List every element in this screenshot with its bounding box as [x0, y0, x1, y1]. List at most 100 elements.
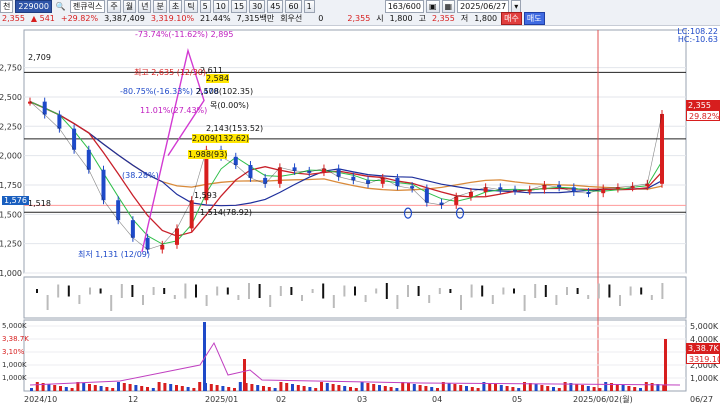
priority-value: 0 — [318, 13, 324, 23]
period-tick-button[interactable]: 틱 — [184, 0, 198, 13]
interval-5-button[interactable]: 5 — [199, 0, 211, 13]
signal-bar — [195, 284, 197, 298]
signal-bar — [650, 295, 653, 300]
interval-1-button[interactable]: 1 — [303, 0, 315, 13]
current-price: 2,355 — [347, 13, 371, 23]
buy-button[interactable]: 매수 — [501, 11, 522, 25]
price-panel — [23, 29, 687, 274]
signal-bar — [491, 295, 494, 304]
x-tick-label: 04 — [432, 395, 442, 404]
volume-bar — [621, 385, 625, 391]
signal-bar — [301, 295, 303, 301]
low-label: 저 — [460, 13, 469, 23]
candle-body — [174, 228, 179, 245]
candle-body — [395, 177, 400, 187]
stock-code-input[interactable]: 229000 — [15, 0, 52, 13]
signal-bar — [576, 288, 579, 294]
signal-bar — [481, 285, 484, 297]
x-tick-label: 06/27 — [690, 395, 713, 404]
x-tick-label: 12 — [128, 395, 138, 404]
volume-bar — [250, 384, 254, 391]
signal-bar — [269, 295, 272, 307]
left-tag-1576: 1,576 — [2, 196, 29, 205]
volume-bar — [644, 382, 648, 391]
signal-bar — [142, 295, 144, 305]
volume-bar — [517, 388, 521, 391]
volume-bar — [586, 386, 590, 391]
volume-bar — [494, 384, 497, 391]
candle-body — [101, 169, 106, 201]
annotation-high: 최고 2,635 (12/30) — [134, 68, 207, 77]
x-tick-label: 05 — [512, 395, 522, 404]
interval-10-button[interactable]: 10 — [212, 0, 229, 13]
candle-body — [72, 128, 77, 150]
signal-bar — [120, 284, 123, 298]
period-second-button[interactable]: 초 — [168, 0, 183, 13]
volume-bar — [175, 385, 178, 391]
search-icon[interactable]: 🔍 — [54, 1, 68, 12]
signal-bar — [46, 295, 49, 310]
volume-bar — [499, 385, 503, 391]
volume-bar — [581, 385, 584, 391]
period-month-button[interactable]: 월 — [122, 0, 137, 13]
stock-name-field[interactable]: 젠큐릭스 — [69, 0, 106, 13]
annotation-2508: 2,508(102.35) — [196, 87, 254, 96]
count-field[interactable]: 163/600 — [384, 0, 424, 13]
price-chart[interactable]: 2,750 2,500 2,250 2,000 1,750 1,500 1,250 1,000… — [0, 25, 720, 404]
interval-15-button[interactable]: 15 — [230, 0, 248, 13]
period-minute-button[interactable]: 분 — [153, 0, 167, 13]
interval-30-button[interactable]: 30 — [249, 0, 266, 13]
signal-bar — [608, 284, 611, 298]
volume-bar — [215, 385, 219, 391]
x-tick-label: 2025/06/02(월) — [573, 394, 633, 404]
volume-bar — [470, 387, 474, 391]
period-year-button[interactable]: 년 — [138, 0, 152, 13]
annotation-1988: 1,988(93) — [188, 150, 228, 159]
y-tick-label: 2,000 — [0, 152, 22, 161]
calendar-icon[interactable]: ▦ — [441, 0, 456, 13]
interval-60-button[interactable]: 60 — [285, 0, 302, 13]
signal-bar — [332, 295, 335, 308]
signal-bar — [279, 286, 282, 296]
volume-bar — [412, 384, 416, 391]
turnover-value: 21.44% — [200, 13, 231, 23]
volume-bar — [122, 383, 126, 391]
volume-bar — [262, 386, 265, 391]
priority-label: 회우선 — [280, 13, 303, 23]
volume-left-label: 3,38.7K — [2, 335, 29, 343]
volume-bar — [592, 387, 596, 391]
y-tick-label: 1,750 — [0, 181, 22, 190]
sell-button[interactable]: 매도 — [523, 11, 545, 25]
candle-body — [660, 113, 664, 184]
candle-body — [57, 114, 62, 129]
candle-body — [189, 200, 194, 229]
chart-toolbar: 천 229000 🔍 젠큐릭스 주 월 년 분 초 틱 5 10 15 30 4… — [0, 0, 720, 26]
signal-bar — [57, 284, 60, 298]
volume-bar — [227, 387, 231, 391]
volume-bar — [88, 384, 91, 391]
toolbar-row-2: 2,355 ▲ 541 +29.82% 3,387,409 3,319.10% … — [0, 11, 547, 25]
signal-bar — [502, 287, 505, 295]
volume-bar — [383, 386, 387, 391]
volume-bar — [209, 384, 213, 391]
interval-45-button[interactable]: 45 — [267, 0, 284, 13]
signal-panel — [23, 276, 687, 319]
annotation-38pct: (38.28%) — [122, 171, 159, 180]
volume-bar — [505, 386, 509, 391]
annotation-1514: 1,514(78.92) — [200, 208, 253, 217]
volume-bar — [308, 387, 312, 391]
volume-value: 3,387,409 — [104, 13, 145, 23]
volume-bar — [47, 384, 51, 391]
period-week-button[interactable]: 주 — [107, 0, 121, 13]
volume-tick-label: 1,000K — [690, 374, 719, 383]
signal-bar — [385, 283, 388, 299]
market-select[interactable]: 천 — [0, 0, 14, 13]
volume-bar — [314, 388, 318, 391]
volume-bar — [93, 385, 97, 391]
signal-bar — [89, 287, 91, 295]
fit-button[interactable]: ▣ — [425, 0, 440, 13]
high-label: 고 — [418, 13, 426, 23]
volume-bar — [366, 383, 370, 391]
signal-bar — [597, 283, 600, 299]
volume-bar — [325, 383, 329, 391]
